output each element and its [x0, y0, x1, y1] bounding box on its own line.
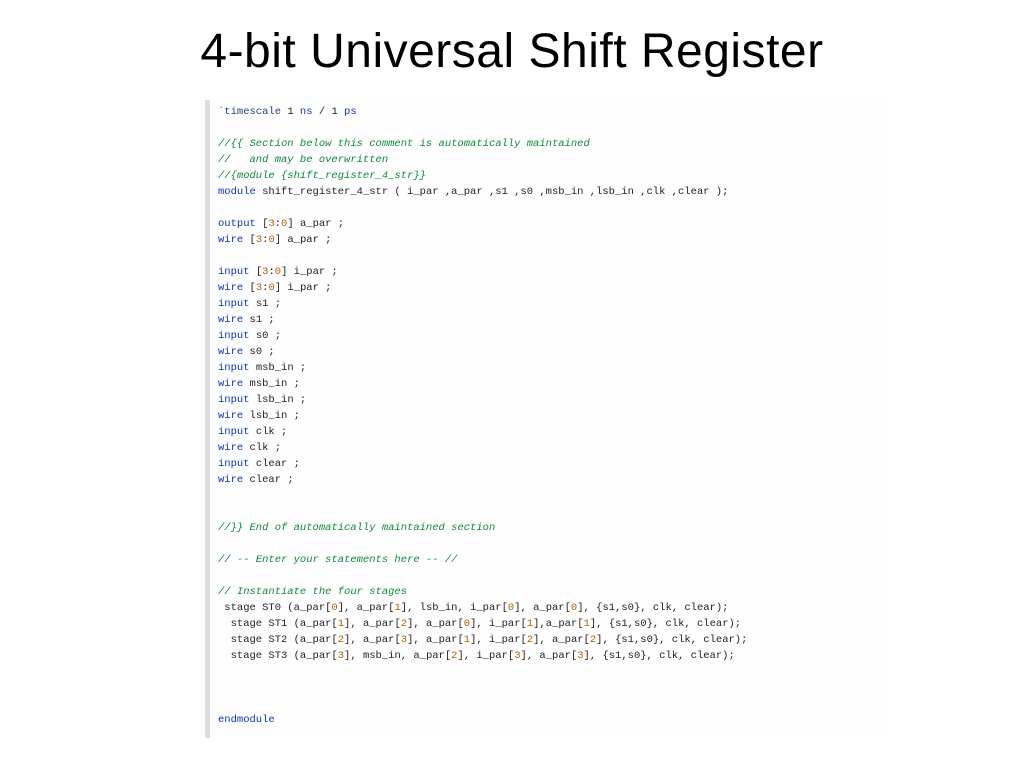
page-title: 4-bit Universal Shift Register	[0, 24, 1024, 79]
code-content: `timescale 1 ns / 1 ps //{{ Section belo…	[218, 104, 877, 728]
code-block: `timescale 1 ns / 1 ps //{{ Section belo…	[205, 100, 885, 738]
comment: // -- Enter your statements here -- //	[218, 554, 457, 566]
comment: // Instantiate the four stages	[218, 586, 407, 598]
comment: // and may be overwritten	[218, 154, 388, 166]
comment: //{module {shift_register_4_str}}	[218, 170, 426, 182]
kw-endmodule: endmodule	[218, 714, 275, 726]
comment: //{{ Section below this comment is autom…	[218, 138, 590, 150]
kw-timescale: `timescale	[218, 106, 281, 118]
comment: //}} End of automatically maintained sec…	[218, 522, 495, 534]
kw-module: module	[218, 186, 256, 198]
slide: 4-bit Universal Shift Register `timescal…	[0, 0, 1024, 768]
